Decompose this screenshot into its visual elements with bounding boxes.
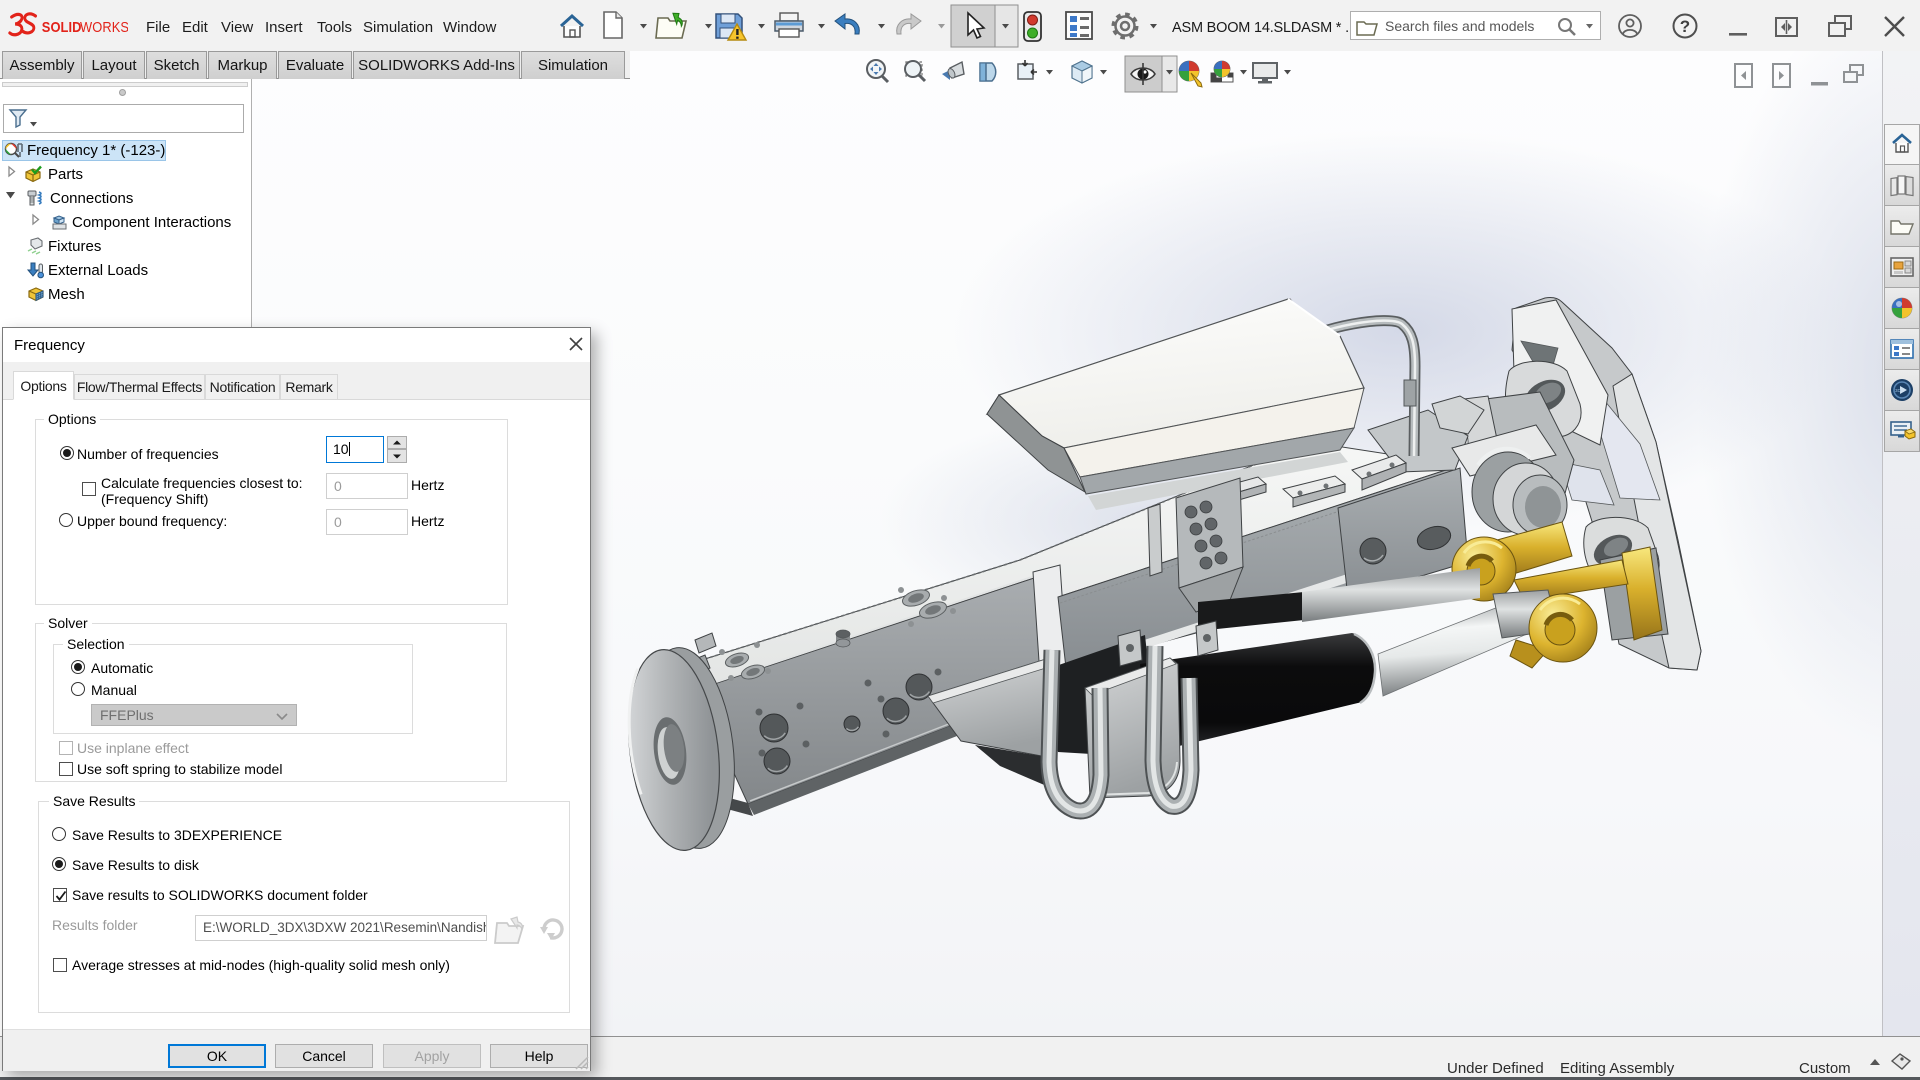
svg-text:3D: 3D: [1895, 388, 1902, 393]
svg-text:?: ?: [1680, 17, 1690, 36]
